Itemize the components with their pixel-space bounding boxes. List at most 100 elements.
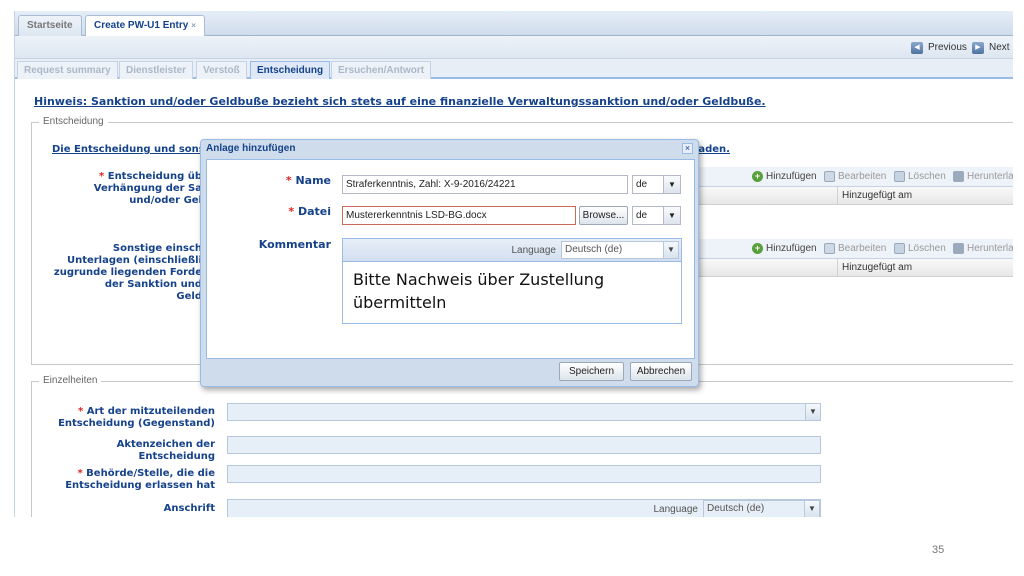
add-button[interactable]: + Hinzufügen (752, 171, 817, 182)
column-header-added-on[interactable]: Hinzugefügt am (837, 187, 1013, 205)
next-button[interactable]: ▶ Next (972, 41, 1010, 55)
label-text: Datei (297, 205, 331, 218)
behoerde-label: * Behörde/Stelle, die die Entscheidung e… (37, 468, 215, 492)
tab-label: Startseite (27, 20, 73, 31)
entscheidung-attachments-grid: + Hinzufügen Bearbeiten Löschen Herunterl… (672, 167, 1013, 211)
download-icon (953, 171, 964, 182)
application-window: Startseite Create PW-U1 Entry × ◀ Previous… (14, 11, 1013, 517)
tab-startseite[interactable]: Startseite (18, 15, 82, 36)
dialog-title: Anlage hinzufügen (206, 143, 296, 154)
label-line: der Sanktion und (104, 279, 202, 290)
label-text: Name (295, 174, 331, 187)
chevron-down-icon[interactable]: ▼ (663, 242, 678, 258)
previous-button[interactable]: ◀ Previous (911, 41, 967, 55)
grid-toolbar: + Hinzufügen Bearbeiten Löschen Herunterl… (672, 239, 1013, 259)
chevron-down-icon[interactable]: ▼ (805, 404, 820, 420)
browse-button[interactable]: Browse... (579, 206, 628, 225)
tab-label: Create PW-U1 Entry (94, 20, 189, 31)
button-label: Hinzufügen (766, 243, 817, 254)
chevron-down-icon[interactable]: ▼ (663, 207, 680, 224)
fieldset-legend: Einzelheiten (39, 375, 102, 386)
label-line: Geld (176, 291, 202, 302)
delete-icon (894, 243, 905, 254)
edit-button[interactable]: Bearbeiten (824, 243, 886, 254)
close-icon[interactable]: × (191, 21, 196, 30)
button-label: Bearbeiten (838, 243, 887, 254)
kommentar-editor[interactable]: Language Deutsch (de) ▼ Bitte Nachweis üb… (342, 238, 682, 324)
chevron-down-icon[interactable]: ▼ (663, 176, 680, 193)
name-label: * Name (285, 174, 331, 187)
aktenzeichen-label: Aktenzeichen der Entscheidung (116, 439, 215, 462)
anschrift-editor[interactable]: Language Deutsch (de) ▼ (227, 499, 821, 517)
close-icon[interactable]: × (682, 143, 693, 154)
label-line: Entscheidung (Gegenstand) (58, 418, 215, 429)
editor-toolbar: Language Deutsch (de) ▼ (343, 239, 681, 262)
download-icon (953, 243, 964, 254)
anlage-hinzufuegen-dialog: Anlage hinzufügen × * Name Straferkenntn… (200, 139, 699, 387)
tab-verstoss[interactable]: Verstoß (196, 61, 247, 79)
tab-ersuchen-antwort[interactable]: Ersuchen/Antwort (331, 61, 432, 79)
label-line: zugrunde liegenden Forde (53, 267, 202, 278)
datei-input[interactable]: Mustererkenntnis LSD-BG.docx (342, 206, 576, 225)
sonstige-attachments-grid: + Hinzufügen Bearbeiten Löschen Herunterl… (672, 239, 1013, 283)
select-value: de (636, 210, 648, 221)
download-button[interactable]: Herunterladen (953, 171, 1013, 182)
delete-icon (894, 171, 905, 182)
name-input[interactable]: Straferkenntnis, Zahl: X-9-2016/24221 (342, 175, 628, 194)
language-label: Language (511, 244, 557, 256)
language-label: Language (653, 503, 699, 515)
tab-dienstleister[interactable]: Dienstleister (119, 61, 194, 79)
language-value: Deutsch (de) (565, 244, 623, 255)
tab-create-entry[interactable]: Create PW-U1 Entry × (85, 15, 205, 37)
aktenzeichen-input[interactable] (227, 436, 821, 454)
add-button[interactable]: + Hinzufügen (752, 243, 817, 254)
download-button[interactable]: Herunterladen (953, 243, 1013, 254)
art-der-entscheidung-select[interactable]: ▼ (227, 403, 821, 421)
behoerde-input[interactable] (227, 465, 821, 483)
einzelheiten-fieldset: Einzelheiten * Art der mitzuteilenden En… (31, 375, 1013, 517)
entscheidung-document-label: * Entscheidung üb Verhängung der Sa und/… (52, 171, 202, 207)
plus-icon: + (752, 171, 763, 182)
button-label: Bearbeiten (838, 171, 887, 182)
next-label: Next (989, 42, 1010, 53)
chevron-down-icon[interactable]: ▼ (804, 501, 819, 517)
plus-icon: + (752, 243, 763, 254)
hinweis-link[interactable]: Hinweis: Sanktion und/oder Geldbuße bezi… (34, 95, 766, 108)
kommentar-label: Kommentar (258, 238, 331, 251)
label-line: Sonstige einsch (112, 243, 202, 254)
button-label: Hinzufügen (766, 171, 817, 182)
column-header-added-on[interactable]: Hinzugefügt am (837, 259, 1013, 277)
button-label: Herunterladen (967, 243, 1013, 254)
edit-button[interactable]: Bearbeiten (824, 171, 886, 182)
language-select[interactable]: Deutsch (de) ▼ (561, 241, 679, 259)
button-label: Herunterladen (967, 171, 1013, 182)
delete-button[interactable]: Löschen (894, 243, 946, 254)
main-tab-bar: Startseite Create PW-U1 Entry × (15, 11, 1013, 37)
kommentar-language-selector: Language Deutsch (de) ▼ (511, 241, 679, 259)
datei-language-select[interactable]: de ▼ (632, 206, 681, 225)
label-line: Entscheidung erlassen hat (65, 480, 215, 491)
previous-label: Previous (928, 42, 967, 53)
datei-label: * Datei (288, 205, 331, 218)
dialog-footer: Speichern Abbrechen (201, 360, 698, 387)
name-language-select[interactable]: de ▼ (632, 175, 681, 194)
cancel-button[interactable]: Abbrechen (630, 362, 692, 381)
save-button[interactable]: Speichern (559, 362, 624, 381)
grid-header: urch Hinzugefügt am (672, 187, 1013, 205)
arrow-right-icon: ▶ (972, 42, 984, 54)
slide-number: 35 (932, 544, 945, 556)
fieldset-legend: Entscheidung (39, 116, 108, 127)
language-select[interactable]: Deutsch (de) ▼ (703, 500, 820, 517)
grid-toolbar: + Hinzufügen Bearbeiten Löschen Herunterl… (672, 167, 1013, 187)
tab-request-summary[interactable]: Request summary (17, 61, 118, 79)
entscheidung-info-link[interactable]: Die Entscheidung und sons (52, 144, 205, 155)
language-value: Deutsch (de) (707, 503, 765, 514)
arrow-left-icon: ◀ (911, 42, 923, 54)
sonstige-unterlagen-label: Sonstige einsch Unterlagen (einschließli… (52, 243, 202, 303)
kommentar-text[interactable]: Bitte Nachweis über Zustellung übermitte… (353, 268, 673, 314)
delete-button[interactable]: Löschen (894, 171, 946, 182)
tab-entscheidung[interactable]: Entscheidung (250, 61, 331, 79)
label-line: Verhängung der Sa (93, 183, 202, 194)
edit-icon (824, 171, 835, 182)
anschrift-label: Anschrift (163, 503, 215, 514)
